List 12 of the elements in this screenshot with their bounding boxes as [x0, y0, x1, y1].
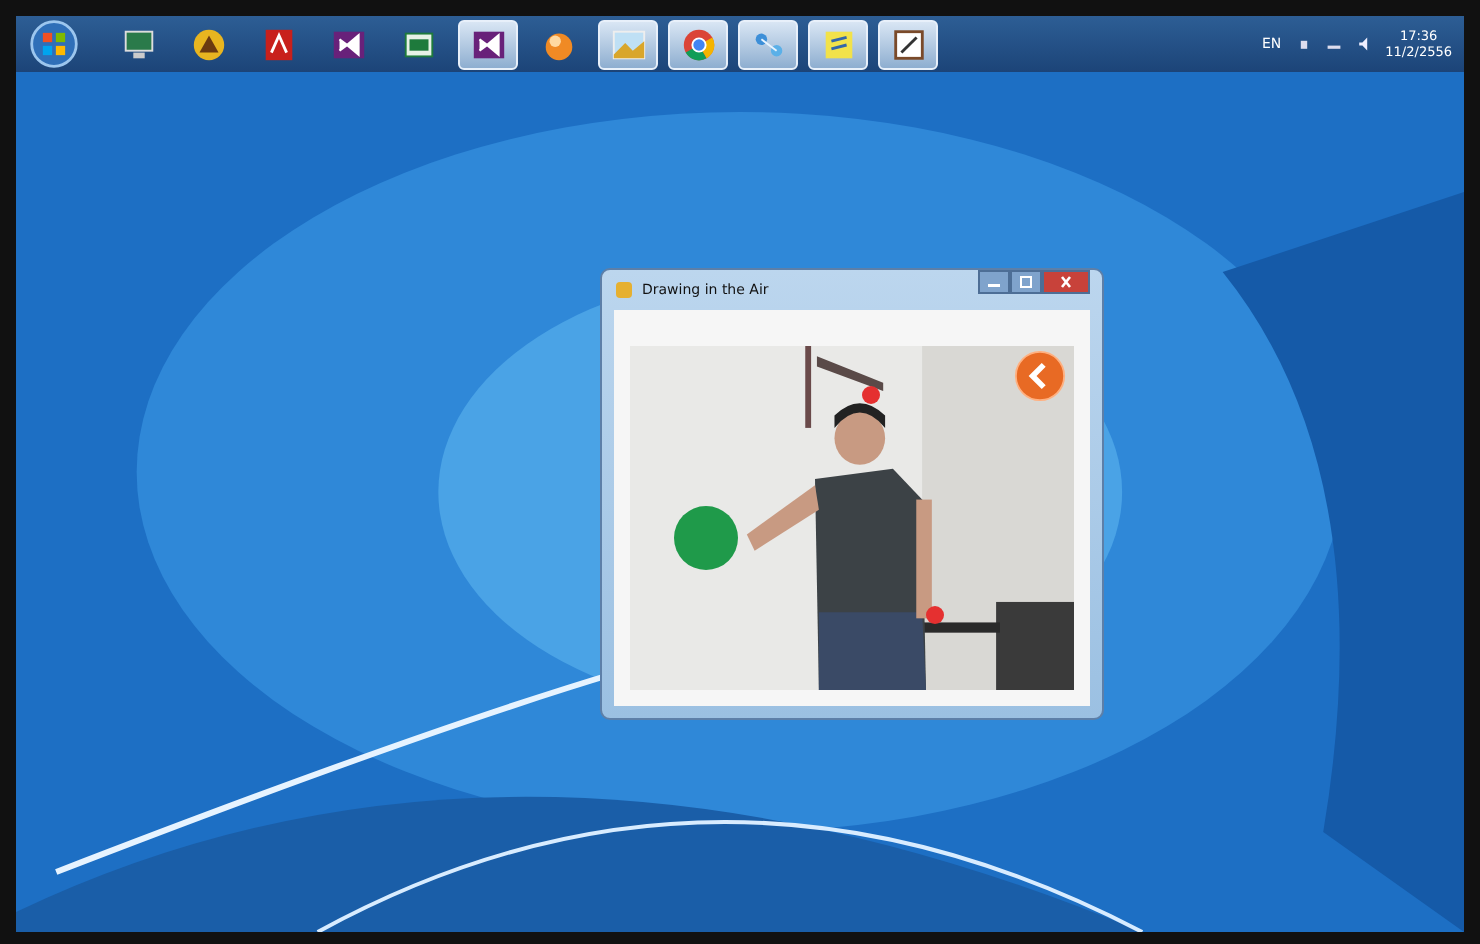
- image-icon: [609, 25, 647, 63]
- taskbar-app[interactable]: [598, 19, 658, 69]
- taskbar-app[interactable]: [808, 19, 868, 69]
- pencil-icon: [889, 25, 927, 63]
- taskbar-app[interactable]: [878, 19, 938, 69]
- taskbar-app[interactable]: [668, 19, 728, 69]
- taskbar-app[interactable]: [738, 19, 798, 69]
- start-button[interactable]: [28, 18, 80, 70]
- monitor-icon: [119, 25, 157, 63]
- volume-icon[interactable]: [1355, 36, 1372, 52]
- taskbar-app[interactable]: [458, 19, 518, 69]
- browser-icon: [679, 25, 717, 63]
